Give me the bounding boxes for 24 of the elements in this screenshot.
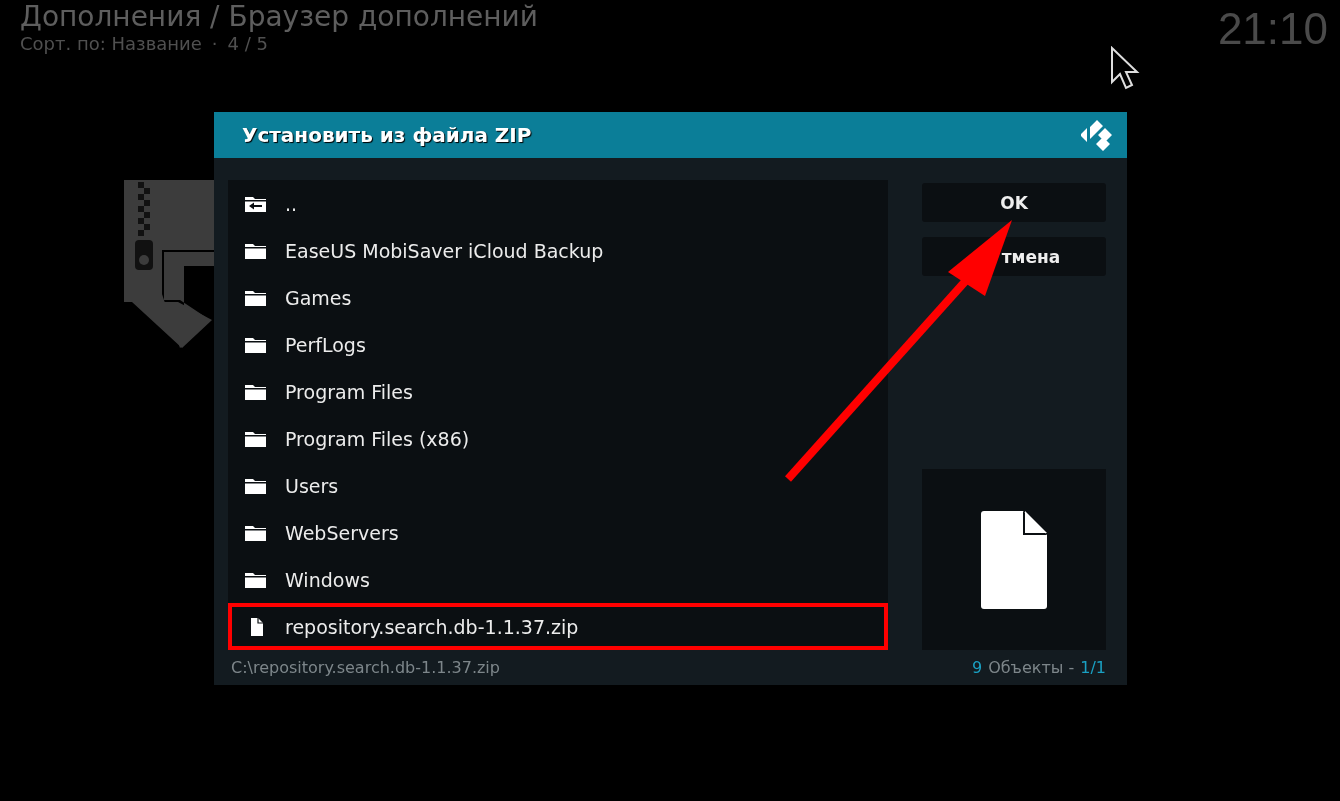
logo-icon [1081,118,1115,152]
separator-dot: · [211,34,218,54]
file-list-item[interactable]: Games [228,274,888,321]
file-list-item[interactable]: Program Files (x86) [228,415,888,462]
file-icon [981,510,1047,609]
file-list-item[interactable]: Users [228,462,888,509]
page-counter: 1/1 [1080,658,1106,677]
page-counter: 4 / 5 [227,34,268,54]
count-label: Объекты - [988,658,1075,677]
breadcrumb-title: Дополнения / Браузер дополнений [20,0,538,34]
clock: 21:10 [1217,3,1328,55]
file-list-item[interactable]: Program Files [228,368,888,415]
dialog-title: Установить из файла ZIP [242,123,532,147]
item-count: 9 [971,658,983,677]
file-list-item[interactable]: Windows [228,556,888,603]
file-list-item[interactable]: .. [228,180,888,227]
file-list-item[interactable]: EaseUS MobiSaver iCloud Backup [228,227,888,274]
selected-path: C:\repository.search.db-1.1.37.zip [231,658,500,677]
dialog-button[interactable]: OK [922,183,1106,222]
file-list-item[interactable]: WebServers [228,509,888,556]
mouse-cursor-icon [1110,46,1140,90]
file-list-item[interactable]: repository.search.db-1.1.37.zip [228,603,888,650]
file-list-item[interactable]: PerfLogs [228,321,888,368]
sort-label: Сорт. по: Название [20,34,202,54]
